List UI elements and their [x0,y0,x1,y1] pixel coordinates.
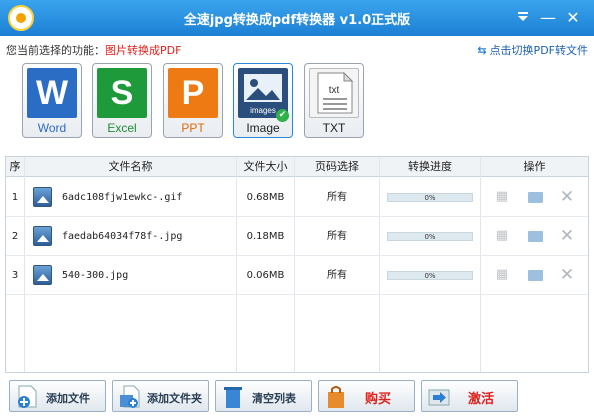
row-pages[interactable]: 所有 [295,256,379,295]
txt-icon: txt [309,68,359,118]
chevron-down-icon [518,12,528,21]
text-document-icon: txt [317,71,354,114]
row-size: 0.68MB [246,192,285,203]
row-filename: 6adc108fjw1ewkc-.gif [62,192,183,203]
col-pages: 页码选择 [315,160,359,173]
excel-glyph: S [110,74,134,112]
tile-txt[interactable]: txt TXT [304,63,364,138]
table-row[interactable]: 2 faedab64034f78f-.jpg 0.18MB 所有 0% ▦ ✕ [6,217,588,256]
row-index: 1 [11,192,19,203]
col-actions: 操作 [523,160,546,173]
activate-arrow-icon [428,389,450,406]
table-row[interactable]: 1 6adc108fjw1ewkc-.gif 0.68MB 所有 0% ▦ ✕ [6,178,588,217]
row-index: 2 [11,231,19,242]
menu-chevron-icon[interactable] [513,8,533,28]
activate-label: 激活 [468,392,495,407]
print-icon[interactable]: ▦ [494,189,510,205]
col-progress: 转换进度 [408,160,452,173]
excel-icon: S [97,68,147,118]
row-index: 3 [11,270,19,281]
ppt-icon: P [168,68,218,118]
remove-row-icon[interactable]: ✕ [559,189,575,206]
minimize-button[interactable]: — [538,8,558,28]
open-folder-icon[interactable] [527,189,543,205]
print-icon[interactable]: ▦ [494,228,510,244]
tile-ppt[interactable]: P PPT [163,63,223,138]
tile-txt-caption: TXT [322,121,346,135]
word-glyph: W [35,74,69,112]
tile-image-caption: Image [246,121,280,135]
tile-word-caption: Word [37,121,67,135]
ppt-glyph: P [181,74,205,112]
word-icon: W [27,68,77,118]
tile-ppt-caption: PPT [181,121,205,135]
col-index: 序 [9,160,21,173]
function-bar: 您当前选择的功能：图片转换成PDF ⇆ 点击切换PDF转文件 [0,40,594,58]
row-progress-bar: 0% [387,193,473,202]
clear-list-button[interactable]: 清空列表 [215,380,312,412]
trash-icon [224,387,242,408]
row-pages[interactable]: 所有 [295,217,379,256]
image-file-icon [33,187,52,207]
table-header: 序 文件名称 文件大小 页码选择 转换进度 操作 [6,157,588,177]
print-icon[interactable]: ▦ [494,267,510,283]
shopping-bag-icon [328,386,344,408]
window-title: 全速jpg转换成pdf转换器 v1.0正式版 [183,13,411,28]
buy-label: 购买 [365,392,392,407]
open-folder-icon[interactable] [527,267,543,283]
close-button[interactable]: ✕ [563,8,583,28]
row-filename: 540-300.jpg [62,270,129,281]
switch-mode-label: 点击切换PDF转文件 [489,44,588,57]
row-progress-bar: 0% [387,232,473,241]
activate-button[interactable]: 激活 [421,380,518,412]
row-size: 0.06MB [246,270,285,281]
txt-glyph: txt [329,85,340,96]
remove-row-icon[interactable]: ✕ [559,228,575,245]
tile-excel-caption: Excel [107,121,137,135]
image-glyph: images [250,106,276,115]
tile-image[interactable]: images ✔ Image [233,63,293,138]
add-folder-button[interactable]: 添加文件夹 [112,380,209,412]
tile-excel[interactable]: S Excel [92,63,152,138]
current-function-label: 您当前选择的功能：图片转换成PDF [6,42,181,58]
remove-row-icon[interactable]: ✕ [559,267,575,284]
image-file-icon [33,265,52,285]
buy-button[interactable]: 购买 [318,380,415,412]
row-progress-bar: 0% [387,271,473,280]
clear-list-label: 清空列表 [252,392,296,405]
switch-mode-link[interactable]: ⇆ 点击切换PDF转文件 [477,42,588,58]
col-filename: 文件名称 [108,160,153,173]
title-bar: 全速jpg转换成pdf转换器 v1.0正式版 — ✕ [0,0,594,36]
open-folder-icon[interactable] [527,228,543,244]
current-function-value: 图片转换成PDF [105,44,182,57]
col-size: 文件大小 [243,160,288,173]
function-label-text: 您当前选择的功能： [6,44,105,57]
add-file-label: 添加文件 [46,392,90,405]
add-folder-icon [120,385,140,408]
file-table: 序 文件名称 文件大小 页码选择 转换进度 操作 1 6adc108fjw1ew… [5,156,589,373]
add-file-button[interactable]: 添加文件 [9,380,106,412]
row-size: 0.18MB [246,231,285,242]
row-pages[interactable]: 所有 [295,178,379,217]
table-row[interactable]: 3 540-300.jpg 0.06MB 所有 0% ▦ ✕ [6,256,588,295]
image-file-icon [33,226,52,246]
add-folder-label: 添加文件夹 [147,392,202,405]
add-file-icon [18,385,37,408]
row-filename: faedab64034f78f-.jpg [62,231,183,242]
tile-word[interactable]: W Word [22,63,82,138]
switch-arrows-icon: ⇆ [477,44,487,57]
